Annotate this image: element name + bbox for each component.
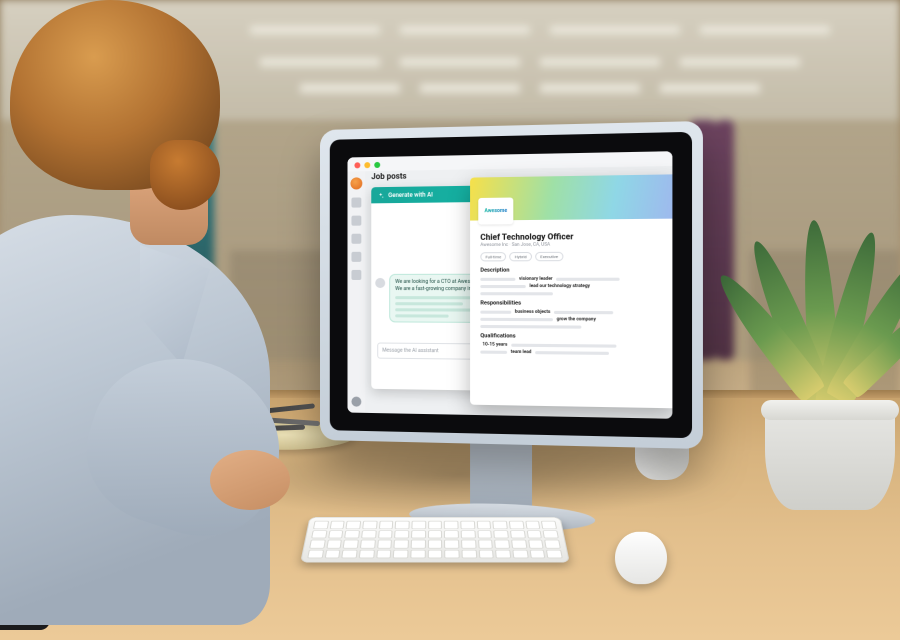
mouse	[614, 532, 668, 584]
person	[0, 0, 300, 640]
app-logo[interactable]	[350, 177, 362, 189]
tag[interactable]: Executive	[535, 252, 563, 261]
sidebar-item-tasks[interactable]	[351, 252, 361, 262]
job-title: Chief Technology Officer	[480, 231, 666, 242]
section-heading-qualifications: Qualifications	[480, 333, 666, 341]
recruiting-app: Job posts Generate with AI We are lookin…	[348, 151, 673, 419]
plant	[735, 250, 900, 510]
qualification-line: team lead	[480, 349, 666, 358]
window-controls[interactable]	[354, 162, 380, 169]
ai-chat-placeholder: Message the AI assistant	[382, 348, 438, 355]
imac-monitor: Job posts Generate with AI We are lookin…	[320, 121, 703, 449]
sidebar-item-dashboard[interactable]	[351, 197, 361, 207]
tag[interactable]: Hybrid	[510, 252, 532, 261]
sidebar-item-jobs[interactable]	[351, 216, 361, 226]
keyboard	[300, 517, 570, 563]
sparkle-icon	[377, 192, 384, 199]
company-logo: Awesome	[478, 198, 513, 225]
marketing-scene: Job posts Generate with AI We are lookin…	[0, 0, 900, 640]
responsibility-line: grow the company	[480, 316, 666, 324]
user-avatar[interactable]	[351, 397, 361, 407]
post-hero: Awesome	[470, 174, 672, 220]
sidebar-item-analytics[interactable]	[351, 270, 361, 280]
sidebar-item-mail[interactable]	[351, 234, 361, 244]
window-titlebar	[348, 151, 673, 171]
page-title: Job posts	[371, 172, 406, 182]
sidebar	[348, 171, 366, 413]
tag[interactable]: Full-time	[480, 252, 506, 261]
chat-avatar	[375, 278, 385, 288]
section-heading-responsibilities: Responsibilities	[480, 300, 666, 307]
ai-panel-title: Generate with AI	[388, 191, 433, 199]
job-post-card: Awesome Chief Technology Officer Awesome…	[470, 174, 672, 408]
job-tags: Full-time Hybrid Executive	[480, 251, 666, 261]
section-heading-description: Description	[480, 267, 666, 274]
description-line: lead our technology strategy	[480, 283, 666, 290]
job-meta: Awesome Inc · San Jose, CA, USA	[480, 242, 666, 248]
description-line: visionary leader	[480, 276, 666, 283]
